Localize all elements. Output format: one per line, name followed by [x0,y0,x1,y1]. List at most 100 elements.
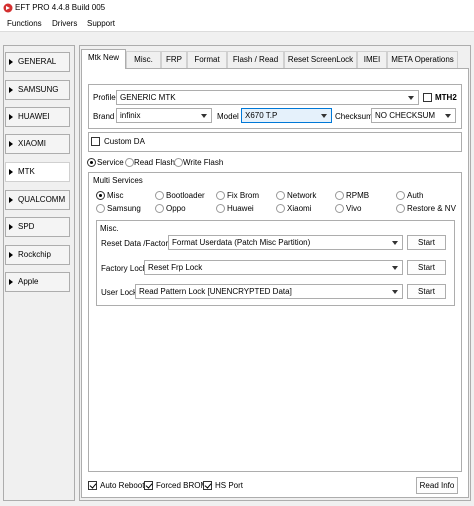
checksum-value: NO CHECKSUM [375,111,436,120]
read-flash-radio[interactable] [125,158,134,167]
sidebar-item-rockchip[interactable]: Rockchip [5,245,70,265]
tab-meta-operations[interactable]: META Operations [387,51,458,68]
service-oppo-radio[interactable] [155,204,164,213]
profile-select[interactable]: GENERIC MTK [116,90,419,105]
profile-label: Profile [93,93,116,102]
sidebar-item-label: Rockchip [18,250,51,259]
read-info-button[interactable]: Read Info [416,477,458,494]
menu-drivers[interactable]: Drivers [52,19,77,28]
chevron-down-icon [392,266,398,270]
hs-port-checkbox[interactable] [203,481,212,490]
chevron-down-icon [392,290,398,294]
tab-flash-read[interactable]: Flash / Read [227,51,284,68]
brand-value: infinix [120,111,141,120]
brand-select[interactable]: infinix [116,108,212,123]
service-network-radio[interactable] [276,191,285,200]
model-select[interactable]: X670 T.P [241,108,332,123]
user-lock-select[interactable]: Read Pattern Lock [UNENCRYPTED Data] [135,284,403,299]
sidebar-item-label: GENERAL [18,57,57,66]
tab-frp[interactable]: FRP [161,51,187,68]
write-flash-label: Write Flash [183,158,224,167]
user-lock-value: Read Pattern Lock [UNENCRYPTED Data] [139,287,292,296]
hs-port-label: HS Port [215,481,244,490]
reset-data-select[interactable]: Format Userdata (Patch Misc Partition) [168,235,403,250]
forced-brom-label: Forced BROM [156,481,208,490]
multi-services-group [88,172,462,472]
chevron-down-icon [392,241,398,245]
mth2-checkbox[interactable] [423,93,432,102]
tab-format[interactable]: Format [187,51,227,68]
service-samsung-radio[interactable] [96,204,105,213]
read-flash-label: Read Flash [134,158,175,167]
tab-imei[interactable]: IMEI [357,51,387,68]
sidebar-item-spd[interactable]: SPD [5,217,70,237]
window-title: EFT PRO 4.4.8 Build 005 [15,3,106,12]
menu-functions[interactable]: Functions [7,19,42,28]
service-xiaomi-radio[interactable] [276,204,285,213]
sidebar-item-mtk[interactable]: MTK [5,162,70,182]
chevron-down-icon [445,114,451,118]
chevron-right-icon [9,224,13,230]
service-misc-radio[interactable] [96,191,105,200]
auto-reboot-checkbox[interactable] [88,481,97,490]
sidebar-item-huawei[interactable]: HUAWEI [5,107,70,127]
service-auth-radio[interactable] [396,191,405,200]
user-lock-label: User Lock [101,288,138,297]
factory-lock-start-button[interactable]: Start [407,260,446,275]
sidebar-item-label: MTK [18,167,35,176]
tab-reset-screenlock[interactable]: Reset ScreenLock [284,51,357,68]
sidebar-item-label: SAMSUNG [18,85,59,94]
sidebar-item-apple[interactable]: Apple [5,272,70,292]
sidebar-item-label: SPD [18,222,35,231]
factory-lock-select[interactable]: Reset Frp Lock [144,260,403,275]
tab-misc[interactable]: Misc. [126,51,161,68]
factory-lock-value: Reset Frp Lock [148,263,203,272]
reset-data-start-button[interactable]: Start [407,235,446,250]
custom-da-checkbox[interactable] [91,137,100,146]
user-lock-start-button[interactable]: Start [407,284,446,299]
mth2-label: MTH2 [435,93,457,102]
chevron-right-icon [9,114,13,120]
checksum-label: Checksum [335,112,373,121]
sidebar-item-qualcomm[interactable]: QUALCOMM [5,190,70,210]
sidebar-item-samsung[interactable]: SAMSUNG [5,80,70,100]
chevron-right-icon [9,279,13,285]
chevron-right-icon [9,252,13,258]
service-huawei-label: Huawei [227,204,254,213]
chevron-down-icon [201,114,207,118]
service-rpmb-radio[interactable] [335,191,344,200]
service-network-label: Network [287,191,317,200]
service-fix-brom-radio[interactable] [216,191,225,200]
service-bootloader-radio[interactable] [155,191,164,200]
service-radio[interactable] [87,158,96,167]
chevron-right-icon [9,197,13,203]
sidebar-item-general[interactable]: GENERAL [5,52,70,72]
sidebar-item-label: Apple [18,277,39,286]
menu-bar: Functions Drivers Support [0,16,474,32]
menu-support[interactable]: Support [87,19,115,28]
service-samsung-label: Samsung [107,204,141,213]
checksum-select[interactable]: NO CHECKSUM [371,108,456,123]
service-restore-nv-radio[interactable] [396,204,405,213]
chevron-right-icon [9,59,13,65]
service-auth-label: Auth [407,191,424,200]
sidebar-item-label: QUALCOMM [18,195,66,204]
chevron-right-icon [9,87,13,93]
eft-logo-icon [3,3,13,13]
sidebar-item-label: HUAWEI [18,112,50,121]
service-xiaomi-label: Xiaomi [287,204,312,213]
chevron-down-icon [321,114,327,118]
model-label: Model [217,112,239,121]
title-bar: EFT PRO 4.4.8 Build 005 [0,0,474,16]
forced-brom-checkbox[interactable] [144,481,153,490]
tab-mtk-new[interactable]: Mtk New [81,49,126,69]
service-huawei-radio[interactable] [216,204,225,213]
chevron-right-icon [9,141,13,147]
service-vivo-radio[interactable] [335,204,344,213]
profile-value: GENERIC MTK [120,93,176,102]
multi-services-title: Multi Services [91,176,145,185]
service-oppo-label: Oppo [166,204,186,213]
write-flash-radio[interactable] [174,158,183,167]
sidebar-item-xiaomi[interactable]: XIAOMI [5,134,70,154]
auto-reboot-label: Auto Reboot [100,481,145,490]
